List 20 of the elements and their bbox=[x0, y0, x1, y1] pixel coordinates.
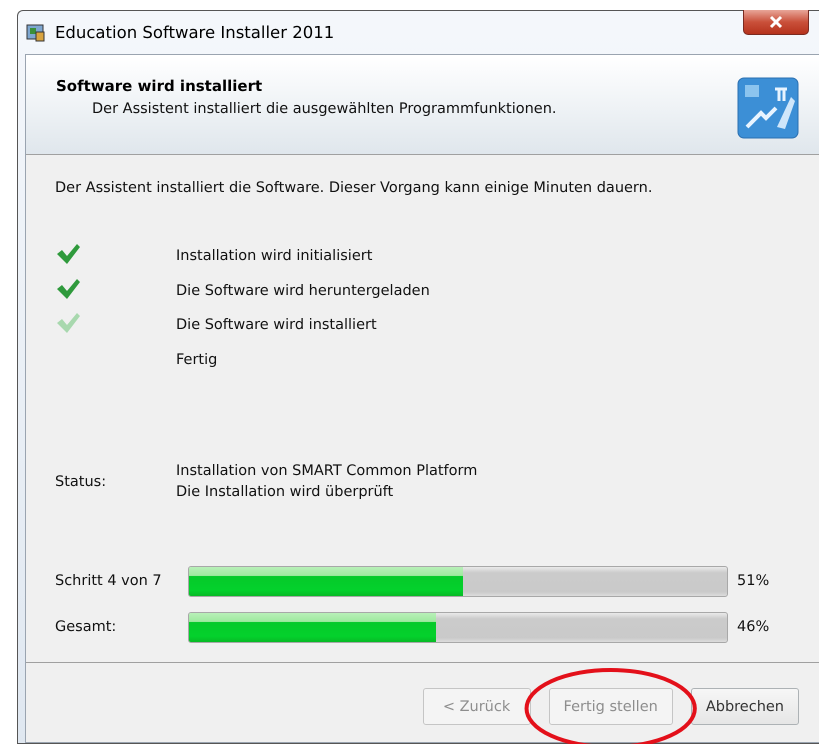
installer-icon bbox=[25, 22, 47, 44]
status-label: Status: bbox=[55, 474, 108, 490]
step-label: Fertig bbox=[176, 352, 218, 368]
step-label: Installation wird initialisiert bbox=[176, 248, 374, 264]
intro-text: Der Assistent installiert die Software. Dieser Vorgang kann einige Minuten dauern. bbox=[55, 180, 654, 196]
page-subtitle: Der Assistent installiert die ausgewählten Programmfunktionen. bbox=[92, 101, 558, 117]
status-text: Installation von SMART Common Platform bbox=[176, 463, 478, 479]
step-label: Die Software wird installiert bbox=[176, 317, 378, 334]
window-title: Education Software Installer 2011 bbox=[55, 23, 334, 42]
education-logo-icon bbox=[737, 77, 799, 139]
step-label: Die Software wird heruntergeladen bbox=[176, 282, 431, 299]
close-button[interactable] bbox=[743, 10, 809, 35]
status-text: Die Installation wird überprüft bbox=[176, 484, 394, 500]
close-icon bbox=[768, 15, 784, 29]
progress-label: Schritt 4 von 7 bbox=[55, 573, 163, 589]
wizard-button[interactable]: Abbrechen bbox=[690, 688, 799, 725]
page-title: Software wird installiert bbox=[56, 77, 264, 95]
progress-percent: 46% bbox=[736, 619, 770, 635]
progress-label: Gesamt: bbox=[55, 619, 118, 635]
progress-percent: 51% bbox=[736, 573, 770, 589]
